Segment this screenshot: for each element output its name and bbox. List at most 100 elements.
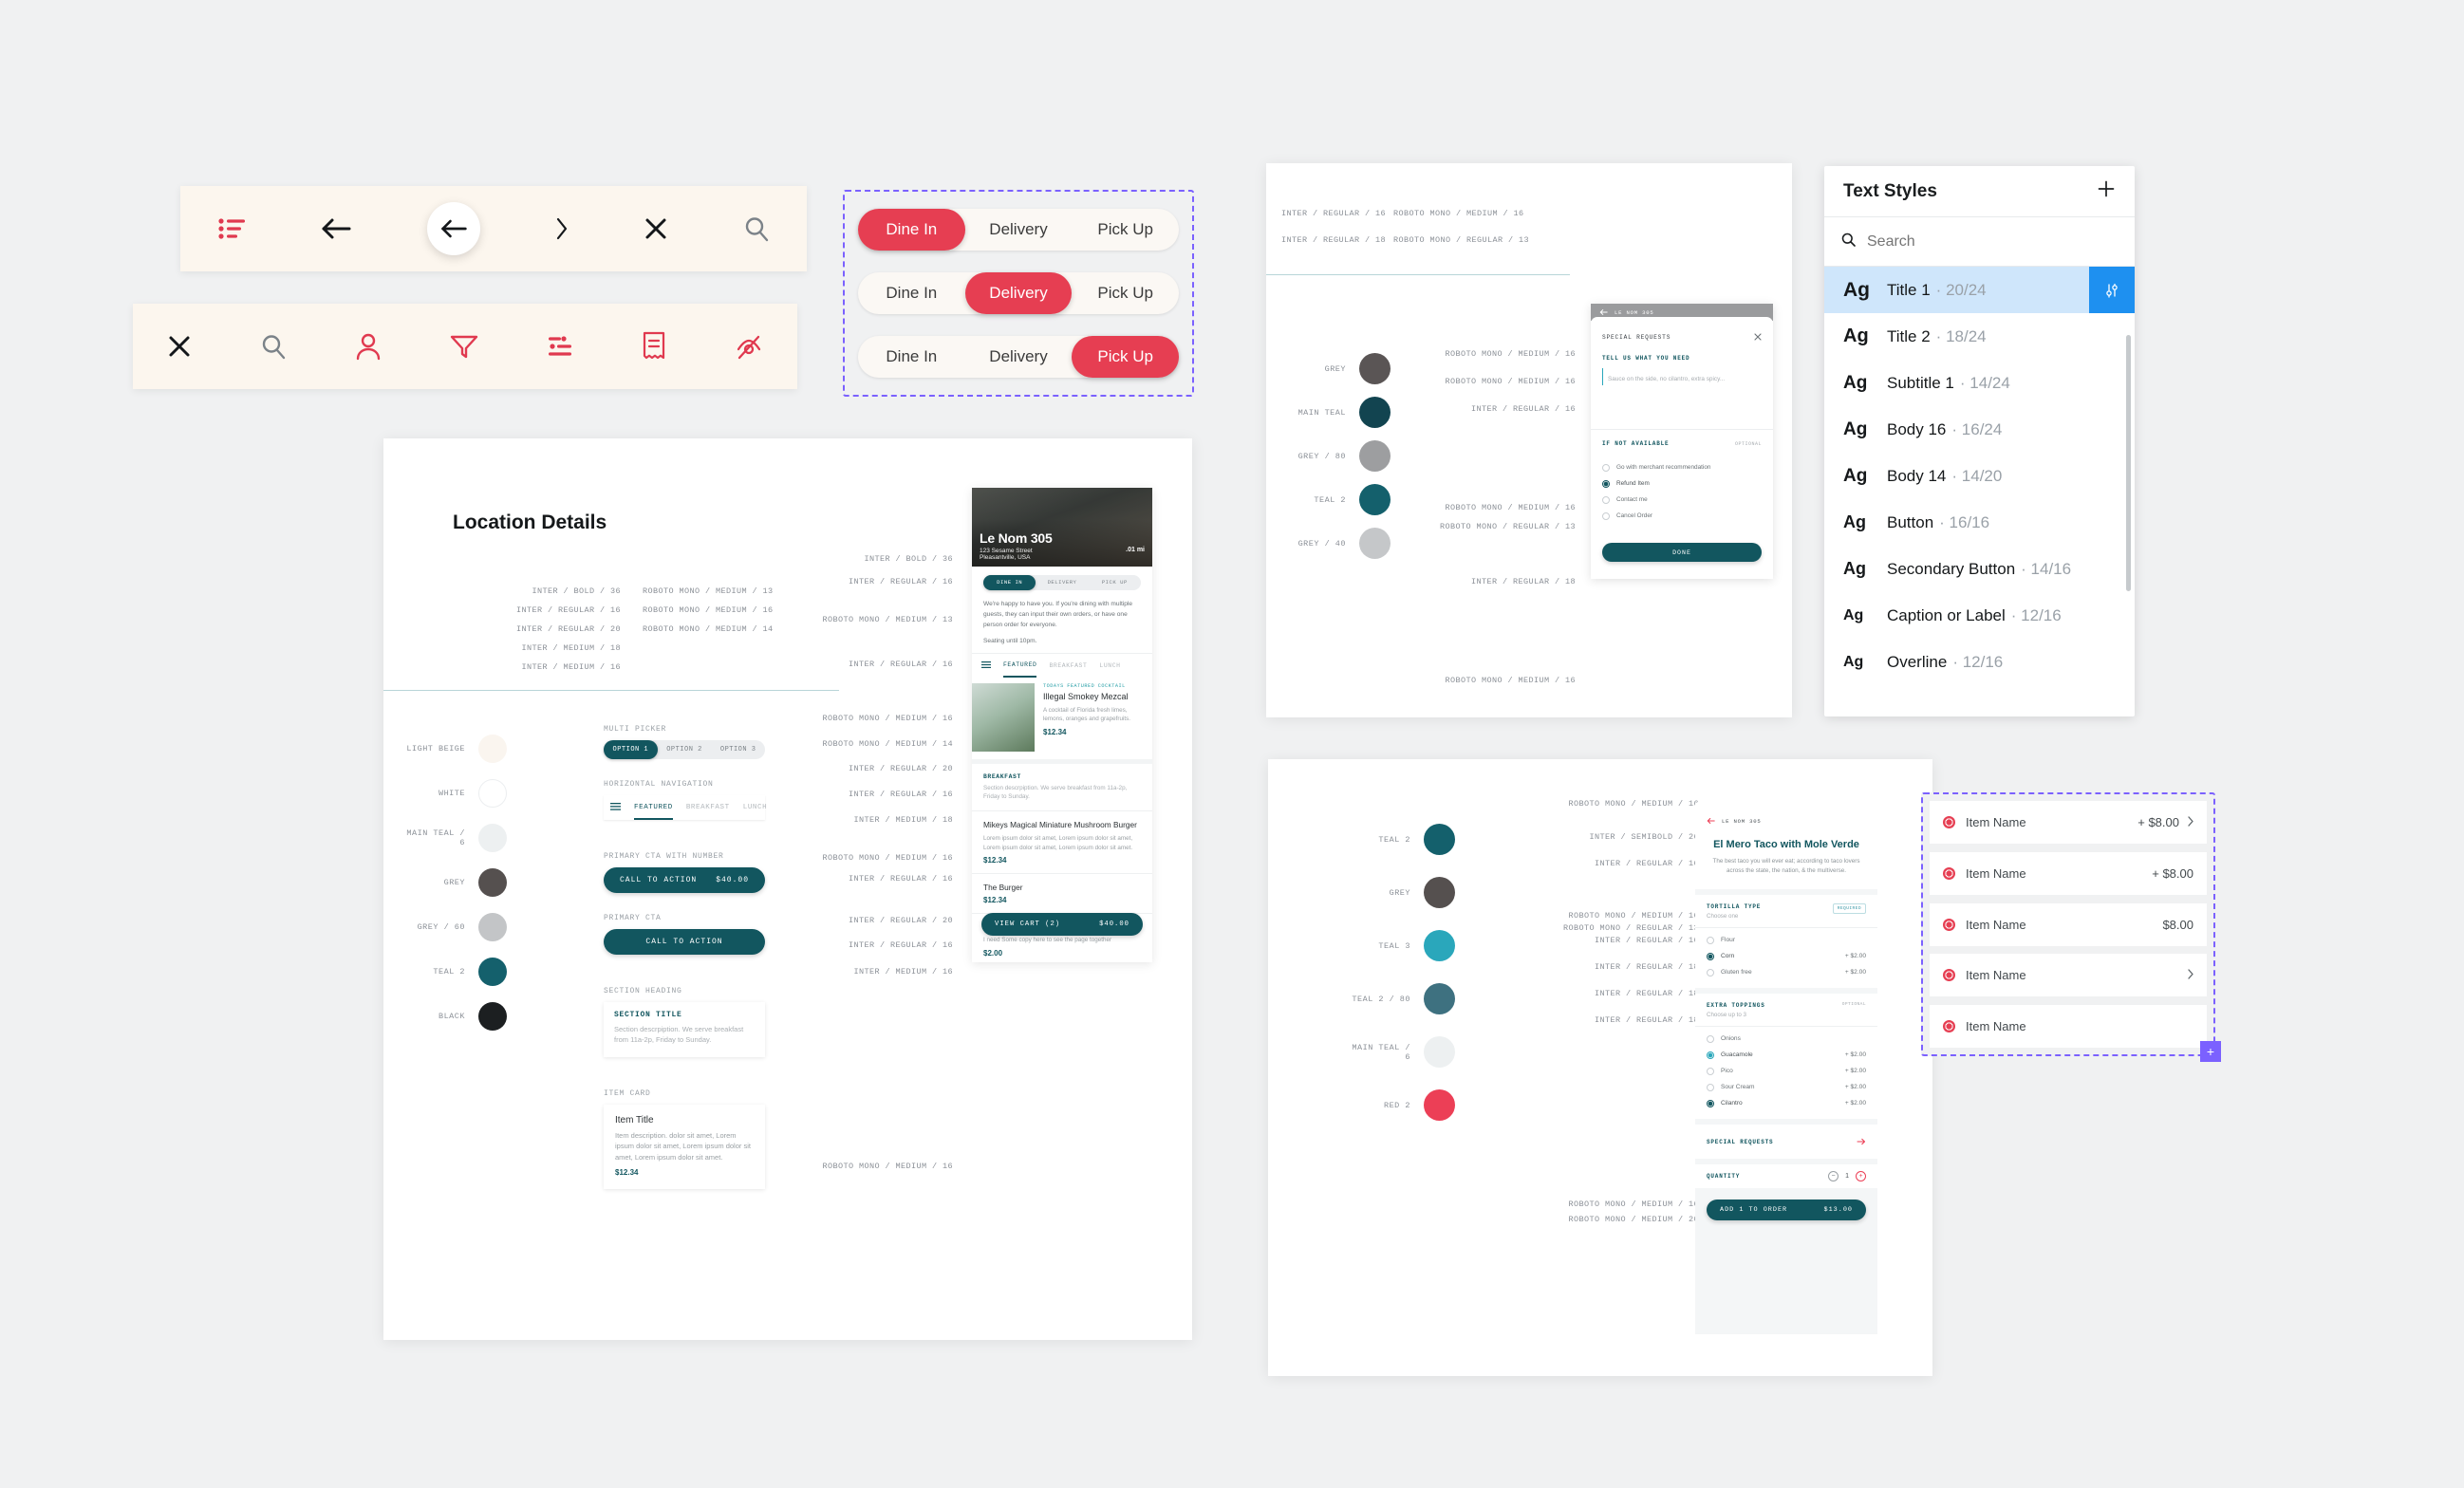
- segment-delivery[interactable]: Delivery: [965, 336, 1073, 378]
- item-card[interactable]: Item Title Item description. dolor sit a…: [604, 1104, 765, 1190]
- special-requests-input[interactable]: Sauce on the side, no cilantro, extra sp…: [1602, 368, 1762, 385]
- search-icon[interactable]: [260, 333, 287, 360]
- quantity-plus-button[interactable]: +: [1856, 1171, 1866, 1182]
- order-type-delivery[interactable]: DELIVERY: [1036, 575, 1088, 590]
- multi-picker-option-1[interactable]: OPTION 1: [604, 740, 658, 759]
- tab-breakfast[interactable]: BREAKFAST: [686, 804, 730, 811]
- radio-button[interactable]: [1602, 463, 1610, 472]
- menu-item-row[interactable]: Mikeys Magical Miniature Mushroom Burger…: [972, 810, 1152, 873]
- tab-featured[interactable]: FEATURED: [634, 795, 673, 820]
- close-icon[interactable]: [167, 334, 192, 359]
- search-icon[interactable]: [743, 215, 770, 242]
- arrow-left-icon[interactable]: [1707, 812, 1715, 829]
- multi-picker-option-3[interactable]: OPTION 3: [711, 740, 765, 759]
- menu-nav[interactable]: FEATURED BREAKFAST LUNCH: [972, 652, 1152, 679]
- segment-delivery[interactable]: Delivery: [964, 272, 1073, 314]
- receipt-icon[interactable]: [642, 331, 666, 362]
- item-nav[interactable]: LE NOM 305: [1707, 812, 1866, 829]
- segment-pick-up[interactable]: Pick Up: [1072, 336, 1180, 378]
- close-icon[interactable]: [644, 216, 668, 241]
- arrow-right-icon[interactable]: [1857, 1133, 1866, 1150]
- arrow-left-circle-icon[interactable]: [426, 202, 480, 255]
- list-icon[interactable]: [217, 218, 245, 239]
- order-type-pick-up[interactable]: PICK UP: [1089, 575, 1141, 590]
- chevron-right-icon[interactable]: [2188, 814, 2193, 831]
- sort-icon[interactable]: [547, 336, 573, 357]
- sliders-icon[interactable]: [2089, 267, 2135, 313]
- arrow-left-icon[interactable]: [320, 215, 352, 242]
- radio-option[interactable]: Contact me: [1602, 492, 1762, 508]
- quantity-minus-button[interactable]: −: [1828, 1171, 1839, 1182]
- segment-dine-in[interactable]: Dine In: [858, 209, 965, 251]
- primary-cta[interactable]: CALL TO ACTION: [604, 929, 765, 955]
- option-row[interactable]: Gluten free + $2.00: [1707, 964, 1866, 980]
- radio-button-selected[interactable]: [1707, 1051, 1714, 1059]
- radio-button-selected[interactable]: [1943, 918, 1955, 931]
- search-input[interactable]: [1867, 232, 2057, 251]
- item-row[interactable]: Item Name + $8.00: [1930, 851, 2207, 895]
- panel-scrollbar[interactable]: [2126, 335, 2131, 591]
- radio-button[interactable]: [1707, 936, 1714, 944]
- tab-featured[interactable]: FEATURED: [1003, 653, 1037, 679]
- text-style-row-caption-or-label[interactable]: Ag Caption or Label · 12/16: [1824, 592, 2135, 639]
- item-row[interactable]: Item Name $8.00: [1930, 902, 2207, 946]
- radio-option[interactable]: Go with merchant recommendation: [1602, 459, 1762, 475]
- radio-button[interactable]: [1707, 1034, 1714, 1043]
- segmented-control-row[interactable]: Dine In Delivery Pick Up: [858, 272, 1179, 314]
- option-row[interactable]: Corn + $2.00: [1707, 948, 1866, 964]
- add-to-order-button[interactable]: ADD 1 TO ORDER $13.00: [1707, 1200, 1866, 1221]
- quantity-row[interactable]: QUANTITY − 1 +: [1695, 1164, 1877, 1189]
- item-row[interactable]: Item Name: [1930, 1005, 2207, 1048]
- radio-button[interactable]: [1602, 512, 1610, 520]
- option-row[interactable]: Flour: [1707, 932, 1866, 948]
- text-style-row-title-2[interactable]: Ag Title 2 · 18/24: [1824, 313, 2135, 360]
- multi-picker-option-2[interactable]: OPTION 2: [658, 740, 712, 759]
- plus-icon[interactable]: [2097, 179, 2116, 203]
- text-style-row-title-1[interactable]: Ag Title 1 · 20/24: [1824, 267, 2135, 313]
- option-row[interactable]: Onions: [1707, 1031, 1866, 1047]
- horizontal-nav[interactable]: FEATURED BREAKFAST LUNCH: [604, 795, 768, 820]
- radio-option[interactable]: Refund Item: [1602, 475, 1762, 492]
- item-row[interactable]: Item Name + $8.00: [1930, 801, 2207, 844]
- option-row[interactable]: Pico + $2.00: [1707, 1063, 1866, 1079]
- segment-dine-in[interactable]: Dine In: [858, 336, 965, 378]
- hamburger-icon[interactable]: [981, 660, 991, 670]
- radio-button[interactable]: [1602, 495, 1610, 504]
- segment-dine-in[interactable]: Dine In: [858, 272, 965, 314]
- tab-lunch[interactable]: LUNCH: [743, 804, 768, 811]
- radio-button-selected[interactable]: [1943, 1020, 1955, 1032]
- done-button[interactable]: DONE: [1602, 543, 1762, 562]
- text-style-row-body-16[interactable]: Ag Body 16 · 16/24: [1824, 406, 2135, 453]
- primary-cta-with-number[interactable]: CALL TO ACTION $40.00: [604, 867, 765, 893]
- close-icon[interactable]: [1754, 328, 1762, 345]
- text-style-row-body-14[interactable]: Ag Body 14 · 14/20: [1824, 453, 2135, 499]
- featured-item-card[interactable]: TODAYS FEATURED COCKTAIL Illegal Smokey …: [972, 677, 1152, 759]
- eye-off-icon[interactable]: [735, 333, 763, 360]
- option-row[interactable]: Cilantro + $2.00: [1707, 1095, 1866, 1111]
- order-type-picker[interactable]: DINE IN DELIVERY PICK UP: [983, 575, 1141, 590]
- radio-option[interactable]: Cancel Order: [1602, 508, 1762, 524]
- chevron-right-icon[interactable]: [2188, 967, 2193, 984]
- radio-button[interactable]: [1707, 1083, 1714, 1091]
- radio-button[interactable]: [1707, 1067, 1714, 1075]
- segment-pick-up[interactable]: Pick Up: [1072, 272, 1179, 314]
- text-style-row-subtitle-1[interactable]: Ag Subtitle 1 · 14/24: [1824, 360, 2135, 406]
- menu-item-row[interactable]: The Burger $12.34: [972, 873, 1152, 913]
- item-row[interactable]: Item Name: [1930, 954, 2207, 997]
- segmented-control-row[interactable]: Dine In Delivery Pick Up: [858, 209, 1179, 251]
- segment-delivery[interactable]: Delivery: [965, 209, 1073, 251]
- view-cart-button[interactable]: VIEW CART (2) $40.00: [981, 913, 1143, 936]
- text-style-row-overline[interactable]: Ag Overline · 12/16: [1824, 639, 2135, 685]
- segmented-control-row[interactable]: Dine In Delivery Pick Up: [858, 336, 1180, 378]
- radio-button-selected[interactable]: [1707, 1099, 1714, 1107]
- radio-button[interactable]: [1707, 968, 1714, 976]
- person-icon[interactable]: [355, 332, 382, 361]
- option-row[interactable]: Sour Cream + $2.00: [1707, 1079, 1866, 1095]
- order-type-dine-in[interactable]: DINE IN: [983, 575, 1036, 590]
- special-requests-row[interactable]: SPECIAL REQUESTS: [1695, 1125, 1877, 1160]
- radio-button-selected[interactable]: [1943, 816, 1955, 828]
- segment-pick-up[interactable]: Pick Up: [1072, 209, 1179, 251]
- text-style-row-button[interactable]: Ag Button · 16/16: [1824, 499, 2135, 546]
- add-frame-badge[interactable]: +: [2200, 1041, 2221, 1062]
- radio-button-selected[interactable]: [1943, 866, 1955, 880]
